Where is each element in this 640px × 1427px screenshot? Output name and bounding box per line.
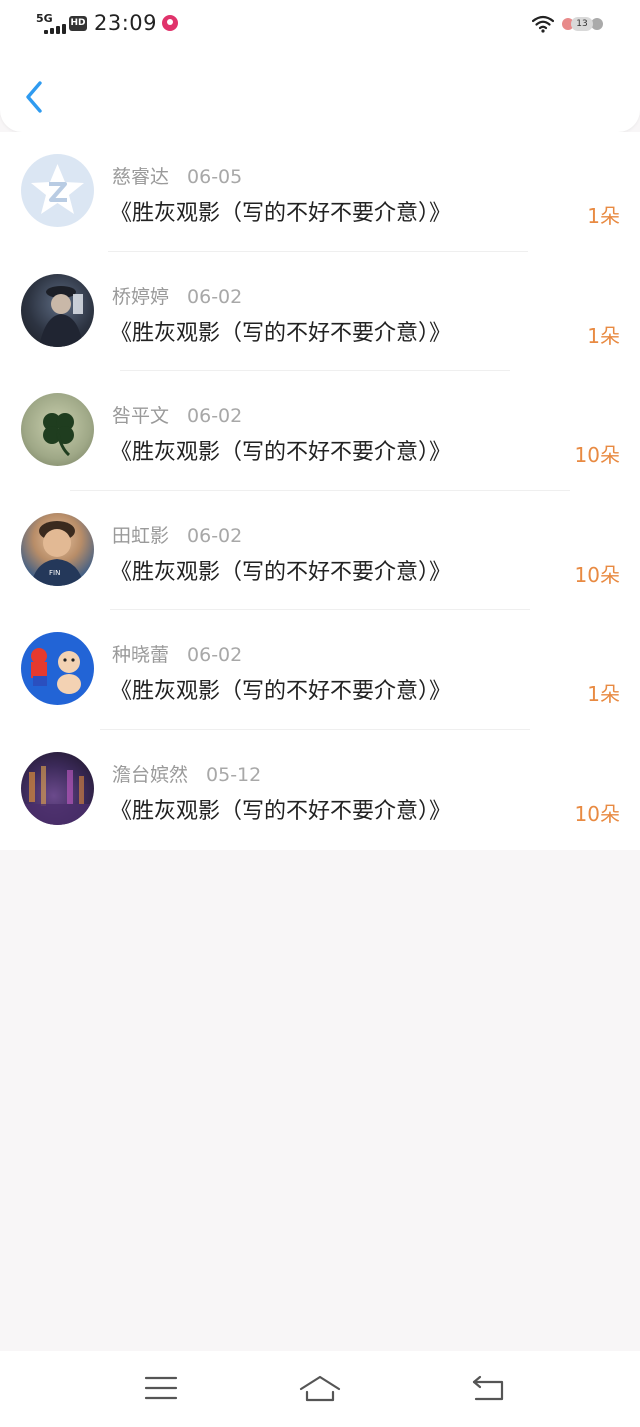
meta: 慈睿达 06-05 [112, 162, 242, 189]
menu-icon [144, 1376, 178, 1400]
date: 06-05 [187, 166, 243, 188]
work-title: 《胜灰观影（写的不好不要介意）》 [110, 440, 452, 466]
user-name: 慈睿达 [112, 166, 170, 188]
user-name: 澹台嫔然 [112, 763, 189, 786]
list-item[interactable]: FIN 田虹影 06-02 《胜灰观影（写的不好不要介意）》 10朵 [0, 491, 640, 611]
hd-badge: HD [69, 16, 87, 31]
svg-text:FIN: FIN [49, 569, 60, 577]
meta: 种晓蕾 06-02 [112, 640, 242, 667]
home-icon [299, 1375, 341, 1402]
list-item[interactable]: 澹台嫔然 05-12 《胜灰观影（写的不好不要介意）》 10朵 [0, 730, 640, 850]
list-item[interactable]: 种晓蕾 06-02 《胜灰观影（写的不好不要介意）》 1朵 [0, 610, 640, 730]
notification-icon [162, 15, 178, 31]
avatar [21, 751, 94, 825]
back-nav-button[interactable] [470, 1373, 506, 1403]
back-arrow-icon [472, 1375, 504, 1401]
gift-list: 慈睿达 06-05 《胜灰观影（写的不好不要介意）》 1朵 桥婷婷 06-02 《胜… [0, 132, 640, 850]
date: 06-02 [187, 644, 243, 667]
navigation-bar [0, 1351, 640, 1427]
date: 05-12 [206, 763, 262, 786]
header: 5G HD 23:09 13 [0, 0, 640, 132]
menu-button[interactable] [143, 1373, 179, 1403]
work-title: 《胜灰观影（写的不好不要介意）》 [110, 679, 452, 705]
avatar [21, 154, 94, 227]
gift-count: 10朵 [574, 443, 620, 468]
battery-indicator: 13 [562, 17, 603, 31]
chevron-left-icon [26, 81, 42, 113]
user-name: 田虹影 [112, 524, 170, 547]
avatar: FIN [21, 512, 94, 586]
gift-count: 1朵 [587, 682, 620, 707]
meta: 田虹影 06-02 [112, 521, 242, 548]
work-title: 《胜灰观影（写的不好不要介意）》 [110, 559, 452, 585]
list-item[interactable]: 慈睿达 06-05 《胜灰观影（写的不好不要介意）》 1朵 [0, 132, 640, 252]
date: 06-02 [187, 285, 243, 308]
work-title: 《胜灰观影（写的不好不要介意）》 [110, 320, 452, 346]
clock: 23:09 [94, 11, 158, 35]
back-button[interactable] [20, 78, 50, 116]
work-title: 《胜灰观影（写的不好不要介意）》 [110, 798, 452, 824]
meta: 桥婷婷 06-02 [112, 282, 242, 309]
date: 06-02 [187, 405, 243, 428]
meta: 澹台嫔然 05-12 [112, 760, 261, 787]
home-button[interactable] [298, 1373, 342, 1403]
status-bar: 5G HD 23:09 13 [0, 0, 640, 50]
wifi-icon [532, 15, 554, 33]
avatar [21, 393, 94, 467]
gift-count: 10朵 [574, 801, 620, 826]
list-item[interactable]: 桥婷婷 06-02 《胜灰观影（写的不好不要介意）》 1朵 [0, 252, 640, 372]
user-name: 咎平文 [112, 405, 170, 428]
battery-level: 13 [571, 17, 593, 31]
signal-icon [44, 24, 66, 34]
list-item[interactable]: 咎平文 06-02 《胜灰观影（写的不好不要介意）》 10朵 [0, 371, 640, 491]
work-title: 《胜灰观影（写的不好不要介意）》 [110, 201, 452, 226]
page: 5G HD 23:09 13 慈睿达 06-05 《胜灰观影（写的不好不要介意）… [0, 0, 640, 1427]
user-name: 桥婷婷 [112, 285, 170, 308]
gift-count: 1朵 [587, 323, 620, 348]
avatar [21, 632, 94, 706]
date: 06-02 [187, 524, 243, 547]
gift-count: 10朵 [574, 562, 620, 587]
user-name: 种晓蕾 [112, 644, 170, 667]
meta: 咎平文 06-02 [112, 401, 242, 428]
avatar [21, 273, 94, 347]
gift-count: 1朵 [587, 204, 620, 228]
